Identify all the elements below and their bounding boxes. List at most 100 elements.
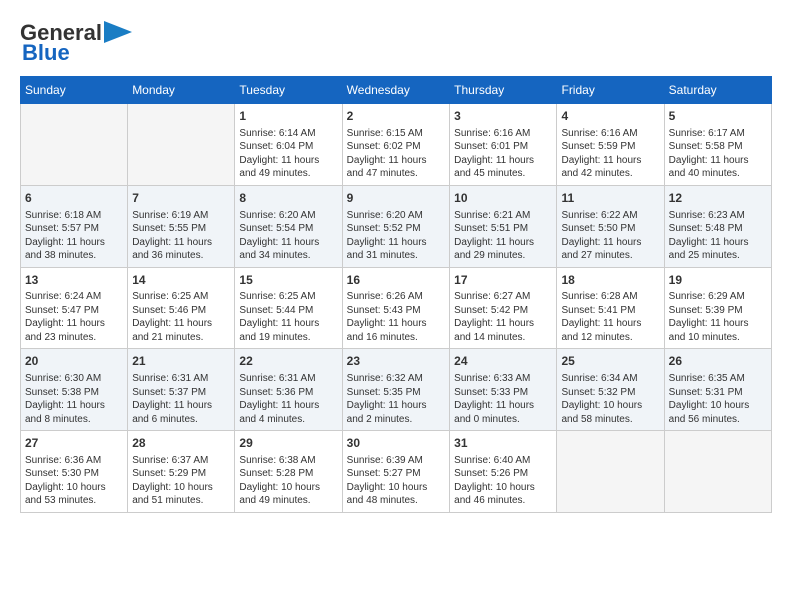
cell-content: Sunrise: 6:25 AM Sunset: 5:46 PM Dayligh… [132,290,230,344]
calendar-cell: 18Sunrise: 6:28 AM Sunset: 5:41 PM Dayli… [557,267,664,349]
cell-content: Sunrise: 6:21 AM Sunset: 5:51 PM Dayligh… [454,209,552,263]
header: General Blue [20,20,772,66]
cell-content: Sunrise: 6:37 AM Sunset: 5:29 PM Dayligh… [132,454,230,508]
cell-content: Sunrise: 6:38 AM Sunset: 5:28 PM Dayligh… [239,454,337,508]
cell-content: Sunrise: 6:18 AM Sunset: 5:57 PM Dayligh… [25,209,123,263]
calendar-cell [21,104,128,186]
calendar-cell: 7 Sunrise: 6:19 AM Sunset: 5:55 PM Daylig… [128,185,235,267]
calendar-cell: 9 Sunrise: 6:20 AM Sunset: 5:52 PM Daylig… [342,185,450,267]
calendar-cell: 22 Sunrise: 6:31 AM Sunset: 5:36 PM Dayli… [235,349,342,431]
day-number: 8 [239,190,337,207]
calendar-week-row: 6 Sunrise: 6:18 AM Sunset: 5:57 PM Daylig… [21,185,772,267]
calendar-cell: 2 Sunrise: 6:15 AM Sunset: 6:02 PM Daylig… [342,104,450,186]
calendar-cell: 19Sunrise: 6:29 AM Sunset: 5:39 PM Dayli… [664,267,771,349]
calendar-cell: 5 Sunrise: 6:17 AM Sunset: 5:58 PM Daylig… [664,104,771,186]
calendar-week-row: 27Sunrise: 6:36 AM Sunset: 5:30 PM Dayli… [21,431,772,513]
logo-arrow-icon [104,21,132,43]
calendar-cell: 30 Sunrise: 6:39 AM Sunset: 5:27 PM Dayli… [342,431,450,513]
calendar-cell: 29 Sunrise: 6:38 AM Sunset: 5:28 PM Dayli… [235,431,342,513]
day-number: 11 [561,190,659,207]
day-number: 7 [132,190,230,207]
calendar-table: SundayMondayTuesdayWednesdayThursdayFrid… [20,76,772,513]
cell-content: Sunrise: 6:17 AM Sunset: 5:58 PM Dayligh… [669,127,767,181]
calendar-cell: 25 Sunrise: 6:34 AM Sunset: 5:32 PM Dayli… [557,349,664,431]
day-number: 30 [347,435,446,452]
calendar-cell: 17Sunrise: 6:27 AM Sunset: 5:42 PM Dayli… [450,267,557,349]
cell-content: Sunrise: 6:27 AM Sunset: 5:42 PM Dayligh… [454,290,552,344]
day-number: 2 [347,108,446,125]
day-number: 26 [669,353,767,370]
cell-content: Sunrise: 6:16 AM Sunset: 5:59 PM Dayligh… [561,127,659,181]
calendar-cell: 14Sunrise: 6:25 AM Sunset: 5:46 PM Dayli… [128,267,235,349]
day-number: 4 [561,108,659,125]
cell-content: Sunrise: 6:35 AM Sunset: 5:31 PM Dayligh… [669,372,767,426]
calendar-cell: 10 Sunrise: 6:21 AM Sunset: 5:51 PM Dayli… [450,185,557,267]
cell-content: Sunrise: 6:32 AM Sunset: 5:35 PM Dayligh… [347,372,446,426]
cell-content: Sunrise: 6:34 AM Sunset: 5:32 PM Dayligh… [561,372,659,426]
calendar-cell: 11 Sunrise: 6:22 AM Sunset: 5:50 PM Dayli… [557,185,664,267]
day-number: 3 [454,108,552,125]
cell-content: Sunrise: 6:40 AM Sunset: 5:26 PM Dayligh… [454,454,552,508]
calendar-cell: 8 Sunrise: 6:20 AM Sunset: 5:54 PM Daylig… [235,185,342,267]
day-number: 28 [132,435,230,452]
calendar-cell: 20Sunrise: 6:30 AM Sunset: 5:38 PM Dayli… [21,349,128,431]
calendar-cell: 28 Sunrise: 6:37 AM Sunset: 5:29 PM Dayli… [128,431,235,513]
day-number: 19 [669,272,767,289]
calendar-cell [664,431,771,513]
cell-content: Sunrise: 6:29 AM Sunset: 5:39 PM Dayligh… [669,290,767,344]
calendar-cell: 16Sunrise: 6:26 AM Sunset: 5:43 PM Dayli… [342,267,450,349]
calendar-cell: 3 Sunrise: 6:16 AM Sunset: 6:01 PM Daylig… [450,104,557,186]
calendar-cell: 4 Sunrise: 6:16 AM Sunset: 5:59 PM Daylig… [557,104,664,186]
calendar-cell: 13Sunrise: 6:24 AM Sunset: 5:47 PM Dayli… [21,267,128,349]
day-number: 24 [454,353,552,370]
day-number: 17 [454,272,552,289]
day-number: 22 [239,353,337,370]
day-number: 9 [347,190,446,207]
logo: General Blue [20,20,132,66]
cell-content: Sunrise: 6:33 AM Sunset: 5:33 PM Dayligh… [454,372,552,426]
day-number: 25 [561,353,659,370]
day-number: 15 [239,272,337,289]
cell-content: Sunrise: 6:31 AM Sunset: 5:36 PM Dayligh… [239,372,337,426]
cell-content: Sunrise: 6:39 AM Sunset: 5:27 PM Dayligh… [347,454,446,508]
col-header-tuesday: Tuesday [235,77,342,104]
calendar-cell: 26 Sunrise: 6:35 AM Sunset: 5:31 PM Dayli… [664,349,771,431]
calendar-cell: 15Sunrise: 6:25 AM Sunset: 5:44 PM Dayli… [235,267,342,349]
calendar-header-row: SundayMondayTuesdayWednesdayThursdayFrid… [21,77,772,104]
calendar-cell: 21 Sunrise: 6:31 AM Sunset: 5:37 PM Dayli… [128,349,235,431]
calendar-cell: 24 Sunrise: 6:33 AM Sunset: 5:33 PM Dayli… [450,349,557,431]
cell-content: Sunrise: 6:15 AM Sunset: 6:02 PM Dayligh… [347,127,446,181]
cell-content: Sunrise: 6:23 AM Sunset: 5:48 PM Dayligh… [669,209,767,263]
cell-content: Sunrise: 6:31 AM Sunset: 5:37 PM Dayligh… [132,372,230,426]
col-header-saturday: Saturday [664,77,771,104]
calendar-cell [128,104,235,186]
calendar-cell: 27Sunrise: 6:36 AM Sunset: 5:30 PM Dayli… [21,431,128,513]
calendar-week-row: 20Sunrise: 6:30 AM Sunset: 5:38 PM Dayli… [21,349,772,431]
col-header-sunday: Sunday [21,77,128,104]
calendar-cell: 12Sunrise: 6:23 AM Sunset: 5:48 PM Dayli… [664,185,771,267]
cell-content: Sunrise: 6:19 AM Sunset: 5:55 PM Dayligh… [132,209,230,263]
cell-content: Sunrise: 6:24 AM Sunset: 5:47 PM Dayligh… [25,290,123,344]
calendar-cell: 6 Sunrise: 6:18 AM Sunset: 5:57 PM Daylig… [21,185,128,267]
day-number: 6 [25,190,123,207]
day-number: 14 [132,272,230,289]
calendar-cell: 1 Sunrise: 6:14 AM Sunset: 6:04 PM Daylig… [235,104,342,186]
cell-content: Sunrise: 6:20 AM Sunset: 5:54 PM Dayligh… [239,209,337,263]
calendar-cell: 23 Sunrise: 6:32 AM Sunset: 5:35 PM Dayli… [342,349,450,431]
day-number: 5 [669,108,767,125]
day-number: 23 [347,353,446,370]
cell-content: Sunrise: 6:22 AM Sunset: 5:50 PM Dayligh… [561,209,659,263]
col-header-monday: Monday [128,77,235,104]
day-number: 10 [454,190,552,207]
logo-blue-text: Blue [20,40,70,66]
calendar-cell [557,431,664,513]
day-number: 20 [25,353,123,370]
col-header-thursday: Thursday [450,77,557,104]
day-number: 1 [239,108,337,125]
cell-content: Sunrise: 6:36 AM Sunset: 5:30 PM Dayligh… [25,454,123,508]
day-number: 29 [239,435,337,452]
cell-content: Sunrise: 6:16 AM Sunset: 6:01 PM Dayligh… [454,127,552,181]
cell-content: Sunrise: 6:14 AM Sunset: 6:04 PM Dayligh… [239,127,337,181]
day-number: 21 [132,353,230,370]
cell-content: Sunrise: 6:20 AM Sunset: 5:52 PM Dayligh… [347,209,446,263]
